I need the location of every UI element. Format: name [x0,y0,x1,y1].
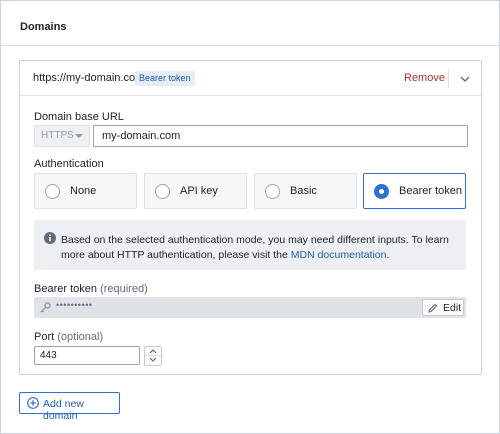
edit-token-button[interactable]: Edit [422,299,464,316]
chevron-down-icon[interactable] [456,69,474,88]
radio-icon [45,184,60,199]
mdn-documentation-link[interactable]: MDN documentation [291,249,387,261]
add-new-domain-label: Add new domain [43,398,84,422]
domain-card: https://my-domain.com Bearer token Remov… [19,60,482,375]
add-new-domain-button[interactable]: Add new domain [19,392,120,422]
radio-icon [155,184,170,199]
auth-option-basic[interactable]: Basic [254,173,357,209]
plus-circle-icon [27,397,39,409]
port-label: Port (optional) [34,331,104,343]
auth-option-none[interactable]: None [34,173,137,209]
auth-option-api-key[interactable]: API key [144,173,247,209]
info-icon [44,232,56,244]
remove-domain-button[interactable]: Remove [404,72,445,84]
optional-hint: (optional) [57,331,104,343]
scheme-select-value: HTTPS [41,130,74,141]
increment-button[interactable] [145,347,161,356]
auth-option-label: Bearer token [399,185,462,197]
port-stepper [144,346,162,366]
caret-down-icon [75,134,83,138]
header-divider [448,69,449,88]
radio-icon [265,184,280,199]
auth-option-label: API key [180,185,218,197]
domains-panel: Domains https://my-domain.com Bearer tok… [0,0,500,434]
edit-token-label: Edit [443,302,462,314]
port-input[interactable] [34,346,140,365]
key-icon [40,302,51,313]
auth-mode-badge: Bearer token [135,71,195,86]
callout-text: Based on the selected authentication mod… [61,234,449,261]
auth-option-label: Basic [290,185,317,197]
domain-base-url-label: Domain base URL [34,111,124,123]
panel-title: Domains [20,21,67,33]
authentication-label: Authentication [34,158,104,170]
chevron-up-icon [149,349,157,354]
scheme-select[interactable]: HTTPS [34,125,90,147]
auth-option-label: None [70,185,97,197]
bearer-token-masked-value: •••••••••• [56,300,93,310]
domain-card-header[interactable]: https://my-domain.com Bearer token Remov… [20,61,481,96]
pencil-icon [428,303,438,313]
chevron-down-icon [149,357,157,362]
title-divider [1,45,499,46]
bearer-token-field: •••••••••• Edit [34,297,466,318]
auth-option-bearer-token[interactable]: Bearer token [363,173,466,209]
required-hint: (required) [100,283,148,295]
auth-info-callout: Based on the selected authentication mod… [34,220,466,270]
radio-selected-icon [374,184,389,199]
domain-base-url-input[interactable] [93,125,468,147]
domain-url-text: https://my-domain.com [33,72,145,84]
bearer-token-label: Bearer token (required) [34,283,148,295]
decrement-button[interactable] [145,356,161,365]
